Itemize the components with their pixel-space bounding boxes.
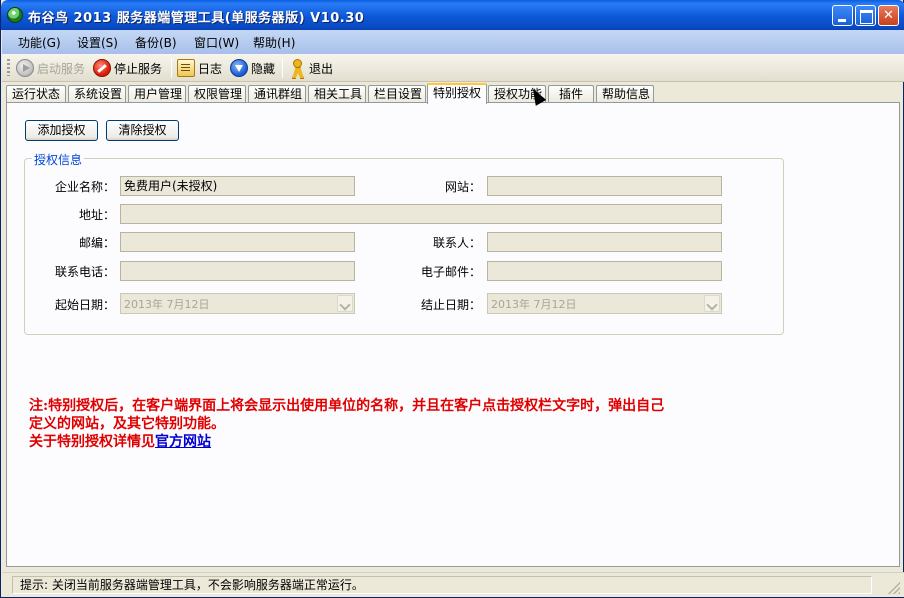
menu-function[interactable]: 功能(G) xyxy=(18,34,61,51)
website-label: 网站： xyxy=(444,180,481,194)
tab-permission-management[interactable]: 权限管理 xyxy=(188,85,246,103)
chevron-down-icon[interactable] xyxy=(704,295,720,312)
website-field[interactable] xyxy=(487,176,722,196)
status-text: 提示: 关闭当前服务器端管理工具，不会影响服务器端正常运行。 xyxy=(12,576,872,594)
group-title: 授权信息 xyxy=(32,151,85,168)
toolbar-separator xyxy=(282,58,283,78)
minimize-button[interactable] xyxy=(832,5,853,26)
tab-strip: 运行状态 系统设置 用户管理 权限管理 通讯群组 相关工具 栏目设置 特别授权 … xyxy=(6,83,901,104)
postcode-field[interactable] xyxy=(120,232,355,252)
status-bar: 提示: 关闭当前服务器端管理工具，不会影响服务器端正常运行。 xyxy=(2,572,904,597)
tab-user-management[interactable]: 用户管理 xyxy=(128,85,186,103)
play-icon xyxy=(16,59,34,77)
resize-grip-icon[interactable] xyxy=(888,582,900,594)
log-label: 日志 xyxy=(198,61,223,76)
stop-service-label: 停止服务 xyxy=(114,61,163,76)
authorization-note: 注:特别授权后，在客户端界面上将会显示出使用单位的名称，并且在客户点击授权栏文字… xyxy=(29,397,799,451)
menu-bar: 功能(G) 设置(S) 备份(B) 窗口(W) 帮助(H) xyxy=(2,30,904,54)
window-title: 布谷鸟 2013 服务器端管理工具(单服务器版) V10.30 xyxy=(28,11,365,26)
note-line-3: 关于特别授权详情见官方网站 xyxy=(29,433,799,451)
toolbar: 启动服务 停止服务 日志 隐藏 退出 xyxy=(2,54,904,82)
stop-icon xyxy=(93,59,111,77)
company-name-field[interactable]: 免费用户(未授权) xyxy=(120,176,355,196)
company-name-label: 企业名称： xyxy=(54,180,115,194)
email-field[interactable] xyxy=(487,261,722,281)
menu-settings[interactable]: 设置(S) xyxy=(77,34,118,51)
start-service-button[interactable]: 启动服务 xyxy=(16,57,85,79)
menu-backup[interactable]: 备份(B) xyxy=(135,34,177,51)
contact-person-field[interactable] xyxy=(487,232,722,252)
tab-plugins[interactable]: 插件 xyxy=(548,85,594,103)
tab-run-status[interactable]: 运行状态 xyxy=(6,85,66,103)
postcode-label: 邮编： xyxy=(78,236,115,250)
tab-column-settings[interactable]: 栏目设置 xyxy=(368,85,426,103)
exit-button[interactable]: 退出 xyxy=(288,57,333,79)
end-date-picker[interactable]: 2013年 7月12日 xyxy=(487,293,722,314)
close-button[interactable]: ✕ xyxy=(878,5,899,26)
log-icon xyxy=(177,59,195,77)
app-logo-icon xyxy=(7,7,23,23)
start-date-label: 起始日期： xyxy=(54,298,115,312)
address-field[interactable] xyxy=(120,204,722,224)
hide-icon xyxy=(230,59,248,77)
contact-person-label: 联系人： xyxy=(432,236,481,250)
chevron-down-icon[interactable] xyxy=(337,295,353,312)
note-line-1: 注:特别授权后，在客户端界面上将会显示出使用单位的名称，并且在客户点击授权栏文字… xyxy=(29,398,665,414)
authorization-info-group: 授权信息 企业名称： 免费用户(未授权) 网站： 地址： 邮编： 联系人： 联系… xyxy=(24,151,784,335)
start-date-picker[interactable]: 2013年 7月12日 xyxy=(120,293,355,314)
tab-comm-groups[interactable]: 通讯群组 xyxy=(248,85,306,103)
toolbar-separator xyxy=(171,58,172,78)
add-authorization-button[interactable]: 添加授权 xyxy=(25,120,98,141)
phone-label: 联系电话： xyxy=(54,265,115,279)
menu-help[interactable]: 帮助(H) xyxy=(253,34,295,51)
exit-person-icon xyxy=(288,59,306,77)
exit-label: 退出 xyxy=(309,61,334,76)
title-bar[interactable]: 布谷鸟 2013 服务器端管理工具(单服务器版) V10.30 ✕ xyxy=(1,0,904,30)
email-label: 电子邮件： xyxy=(420,265,481,279)
hide-button[interactable]: 隐藏 xyxy=(230,57,275,79)
note-line-3-prefix: 关于特别授权详情见 xyxy=(29,434,155,450)
tab-related-tools[interactable]: 相关工具 xyxy=(308,85,366,103)
toolbar-grip[interactable] xyxy=(7,59,10,76)
stop-service-button[interactable]: 停止服务 xyxy=(93,57,162,79)
phone-field[interactable] xyxy=(120,261,355,281)
end-date-label: 结止日期： xyxy=(420,298,481,312)
special-authorization-panel: 添加授权 清除授权 授权信息 企业名称： 免费用户(未授权) 网站： 地址： 邮… xyxy=(6,102,900,567)
app-window: 布谷鸟 2013 服务器端管理工具(单服务器版) V10.30 ✕ 功能(G) … xyxy=(0,0,904,598)
log-button[interactable]: 日志 xyxy=(177,57,222,79)
tab-help-info[interactable]: 帮助信息 xyxy=(596,85,654,103)
note-line-2: 定义的网站，及其它特别功能。 xyxy=(29,416,225,432)
clear-authorization-button[interactable]: 清除授权 xyxy=(106,120,179,141)
address-label: 地址： xyxy=(78,208,115,222)
tab-system-settings[interactable]: 系统设置 xyxy=(68,85,126,103)
menu-window[interactable]: 窗口(W) xyxy=(194,34,239,51)
official-website-link[interactable]: 官方网站 xyxy=(155,434,211,450)
start-date-value: 2013年 7月12日 xyxy=(124,298,210,311)
start-service-label: 启动服务 xyxy=(37,61,86,76)
hide-label: 隐藏 xyxy=(251,61,276,76)
maximize-button[interactable] xyxy=(855,5,876,26)
tab-special-authorization[interactable]: 特别授权 xyxy=(427,83,487,104)
end-date-value: 2013年 7月12日 xyxy=(491,298,577,311)
